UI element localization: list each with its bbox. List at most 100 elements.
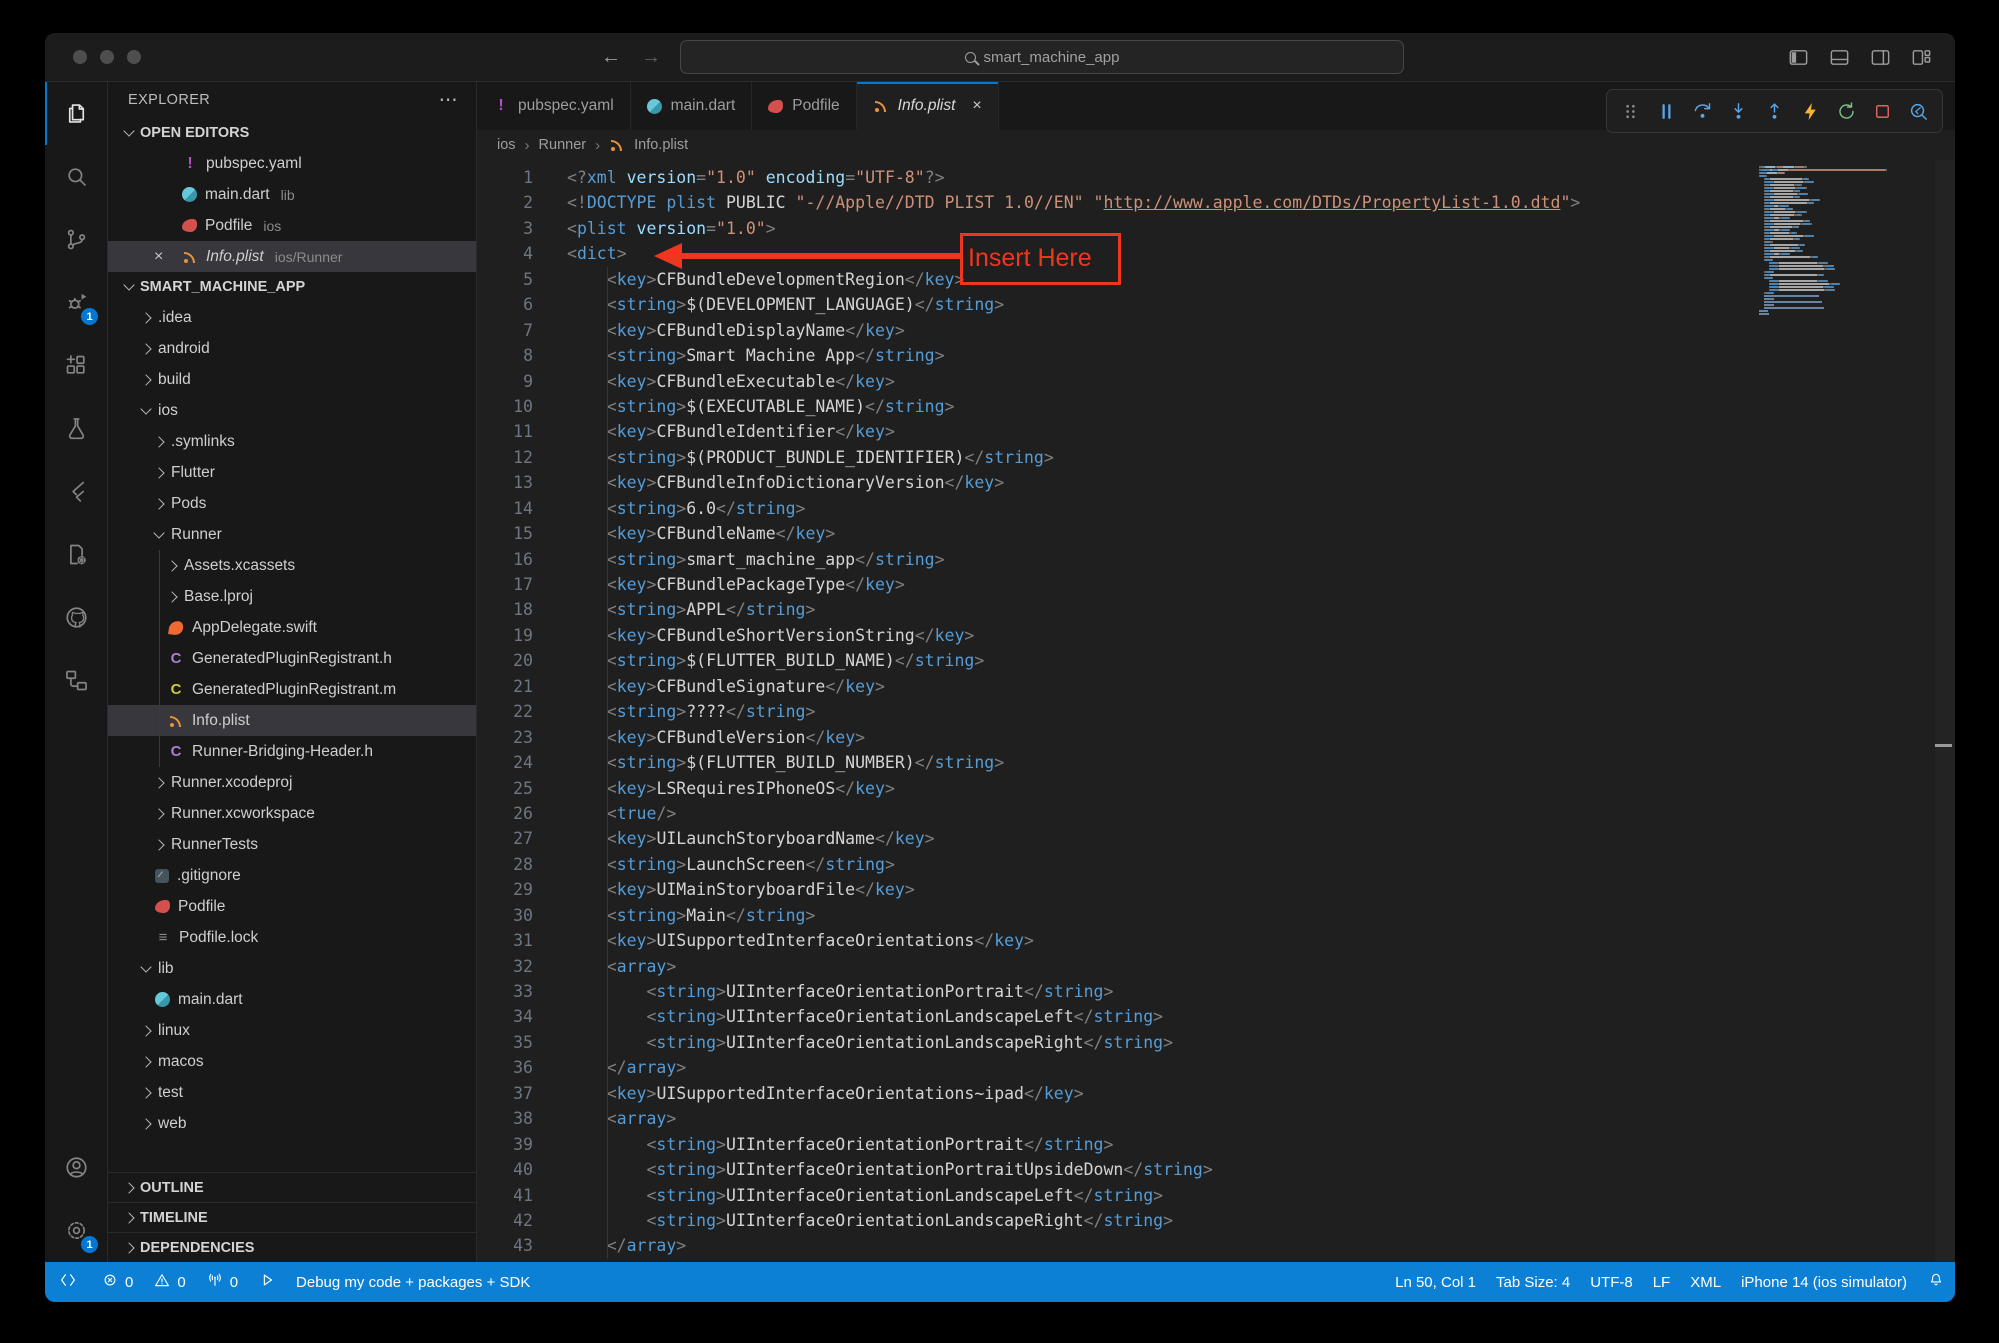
code-line[interactable]: 19 <key>CFBundleShortVersionString</key> xyxy=(477,623,1955,648)
section-outline[interactable]: OUTLINE xyxy=(108,1172,476,1202)
status-item-remote[interactable] xyxy=(45,1262,91,1302)
open-editors-header[interactable]: OPEN EDITORS xyxy=(108,118,476,148)
code-line[interactable]: 38 <array> xyxy=(477,1106,1955,1131)
flutter-inspector-button[interactable] xyxy=(1902,94,1935,128)
code-line[interactable]: 36 </array> xyxy=(477,1055,1955,1080)
tree-item-web[interactable]: web xyxy=(108,1108,476,1139)
breadcrumb-file[interactable]: Info.plist xyxy=(634,137,688,153)
code-line[interactable]: 17 <key>CFBundlePackageType</key> xyxy=(477,572,1955,597)
code-line[interactable]: 16 <string>smart_machine_app</string> xyxy=(477,547,1955,572)
step-out-button[interactable] xyxy=(1758,94,1791,128)
tree-item-Flutter[interactable]: Flutter xyxy=(108,457,476,488)
activity-explorer-files-button[interactable] xyxy=(45,82,107,145)
activity-github-button[interactable] xyxy=(45,586,107,649)
zoom-window-button[interactable] xyxy=(127,50,141,64)
section-dependencies[interactable]: DEPENDENCIES xyxy=(108,1232,476,1262)
hot-reload-bolt-button[interactable] xyxy=(1794,94,1827,128)
pause-button[interactable] xyxy=(1650,94,1683,128)
tree-item-RunnerTests[interactable]: RunnerTests xyxy=(108,829,476,860)
code-line[interactable]: 31 <key>UISupportedInterfaceOrientations… xyxy=(477,928,1955,953)
code-line[interactable]: 35 <string>UIInterfaceOrientationLandsca… xyxy=(477,1030,1955,1055)
tree-item-.symlinks[interactable]: .symlinks xyxy=(108,426,476,457)
tab-pubspec.yaml[interactable]: !pubspec.yaml xyxy=(477,82,631,130)
tree-item-Assets.xcassets[interactable]: Assets.xcassets xyxy=(108,550,476,581)
code-line[interactable]: 18 <string>APPL</string> xyxy=(477,597,1955,622)
code-line[interactable]: 9 <key>CFBundleExecutable</key> xyxy=(477,369,1955,394)
code-line[interactable]: 29 <key>UIMainStoryboardFile</key> xyxy=(477,877,1955,902)
code-line[interactable]: 24 <string>$(FLUTTER_BUILD_NUMBER)</stri… xyxy=(477,750,1955,775)
code-line[interactable]: 26 <true/> xyxy=(477,801,1955,826)
activity-flutter-button[interactable] xyxy=(45,460,107,523)
code-editor[interactable]: 1<?xml version="1.0" encoding="UTF-8"?>2… xyxy=(477,160,1955,1262)
status-item-utf-8[interactable]: UTF-8 xyxy=(1580,1262,1643,1302)
activity-references-button[interactable] xyxy=(45,649,107,712)
code-line[interactable]: 37 <key>UISupportedInterfaceOrientations… xyxy=(477,1081,1955,1106)
code-line[interactable]: 27 <key>UILaunchStoryboardName</key> xyxy=(477,826,1955,851)
activity-source-control-button[interactable] xyxy=(45,208,107,271)
layout-sidebar-right-icon[interactable] xyxy=(1869,46,1892,74)
step-into-button[interactable] xyxy=(1722,94,1755,128)
code-line[interactable]: 39 <string>UIInterfaceOrientationPortrai… xyxy=(477,1132,1955,1157)
status-item-iphone-14-ios-simulator-[interactable]: iPhone 14 (ios simulator) xyxy=(1731,1262,1917,1302)
code-line[interactable]: 22 <string>????</string> xyxy=(477,699,1955,724)
step-over-button[interactable] xyxy=(1686,94,1719,128)
code-line[interactable]: 10 <string>$(EXECUTABLE_NAME)</string> xyxy=(477,394,1955,419)
code-line[interactable]: 32 <array> xyxy=(477,954,1955,979)
breadcrumb-segment[interactable]: ios xyxy=(497,137,516,153)
activity-testing-button[interactable] xyxy=(45,397,107,460)
restart-button[interactable] xyxy=(1830,94,1863,128)
status-item-ln-50-col-1[interactable]: Ln 50, Col 1 xyxy=(1385,1262,1486,1302)
tree-item-Runner.xcworkspace[interactable]: Runner.xcworkspace xyxy=(108,798,476,829)
tree-item-lib[interactable]: lib xyxy=(108,953,476,984)
code-line[interactable]: 5 <key>CFBundleDevelopmentRegion</key> xyxy=(477,267,1955,292)
code-line[interactable]: 15 <key>CFBundleName</key> xyxy=(477,521,1955,546)
tree-item-GeneratedPluginRegistrant.m[interactable]: CGeneratedPluginRegistrant.m xyxy=(108,674,476,705)
tree-item-Podfile[interactable]: Podfile xyxy=(108,891,476,922)
code-line[interactable]: 34 <string>UIInterfaceOrientationLandsca… xyxy=(477,1004,1955,1029)
layout-customize-icon[interactable] xyxy=(1910,46,1933,74)
code-line[interactable]: 11 <key>CFBundleIdentifier</key> xyxy=(477,419,1955,444)
code-line[interactable]: 1<?xml version="1.0" encoding="UTF-8"?> xyxy=(477,165,1955,190)
status-item-xml[interactable]: XML xyxy=(1680,1262,1731,1302)
code-line[interactable]: 20 <string>$(FLUTTER_BUILD_NAME)</string… xyxy=(477,648,1955,673)
tab-Podfile[interactable]: Podfile xyxy=(752,82,856,130)
code-line[interactable]: 33 <string>UIInterfaceOrientationPortrai… xyxy=(477,979,1955,1004)
close-icon[interactable]: × xyxy=(154,248,163,266)
status-item-debug-my-code-packages-sdk[interactable]: Debug my code + packages + SDK xyxy=(286,1262,540,1302)
code-line[interactable]: 21 <key>CFBundleSignature</key> xyxy=(477,674,1955,699)
code-line[interactable]: 6 <string>$(DEVELOPMENT_LANGUAGE)</strin… xyxy=(477,292,1955,317)
tab-Info.plist[interactable]: Info.plist× xyxy=(857,82,999,130)
tree-item-Podfile.lock[interactable]: ≡Podfile.lock xyxy=(108,922,476,953)
stop-button[interactable] xyxy=(1866,94,1899,128)
tab-main.dart[interactable]: main.dart xyxy=(631,82,753,130)
status-item-lf[interactable]: LF xyxy=(1643,1262,1681,1302)
code-line[interactable]: 43 </array> xyxy=(477,1233,1955,1258)
tree-item-build[interactable]: build xyxy=(108,364,476,395)
tree-item-Runner-Bridging-Header.h[interactable]: CRunner-Bridging-Header.h xyxy=(108,736,476,767)
scrollbar-track[interactable] xyxy=(1935,160,1955,1262)
open-editor-Podfile[interactable]: Podfileios xyxy=(108,210,476,241)
code-line[interactable]: 23 <key>CFBundleVersion</key> xyxy=(477,725,1955,750)
code-line[interactable]: 30 <string>Main</string> xyxy=(477,903,1955,928)
tree-item-test[interactable]: test xyxy=(108,1077,476,1108)
layout-panel-icon[interactable] xyxy=(1828,46,1851,74)
code-line[interactable]: 25 <key>LSRequiresIPhoneOS</key> xyxy=(477,776,1955,801)
tree-item-Pods[interactable]: Pods xyxy=(108,488,476,519)
activity-run-debug-button[interactable]: 1 xyxy=(45,271,107,334)
minimize-window-button[interactable] xyxy=(100,50,114,64)
tree-item-Runner[interactable]: Runner xyxy=(108,519,476,550)
open-editor-main.dart[interactable]: main.dartlib xyxy=(108,179,476,210)
minimap[interactable] xyxy=(1759,166,1909,316)
gripper-button[interactable] xyxy=(1614,94,1647,128)
status-item-bell[interactable] xyxy=(1917,1262,1955,1302)
tree-item-GeneratedPluginRegistrant.h[interactable]: CGeneratedPluginRegistrant.h xyxy=(108,643,476,674)
tree-item-Base.lproj[interactable]: Base.lproj xyxy=(108,581,476,612)
status-item-tab-size-4[interactable]: Tab Size: 4 xyxy=(1486,1262,1580,1302)
code-line[interactable]: 42 <string>UIInterfaceOrientationLandsca… xyxy=(477,1208,1955,1233)
more-actions-icon[interactable]: ⋯ xyxy=(439,89,458,112)
code-line[interactable]: 8 <string>Smart Machine App</string> xyxy=(477,343,1955,368)
status-item-error-circle[interactable]: 0 xyxy=(91,1262,143,1302)
tree-item-Info.plist[interactable]: Info.plist xyxy=(108,705,476,736)
code-line[interactable]: 2<!DOCTYPE plist PUBLIC "-//Apple//DTD P… xyxy=(477,190,1955,215)
tree-item-.idea[interactable]: .idea xyxy=(108,302,476,333)
